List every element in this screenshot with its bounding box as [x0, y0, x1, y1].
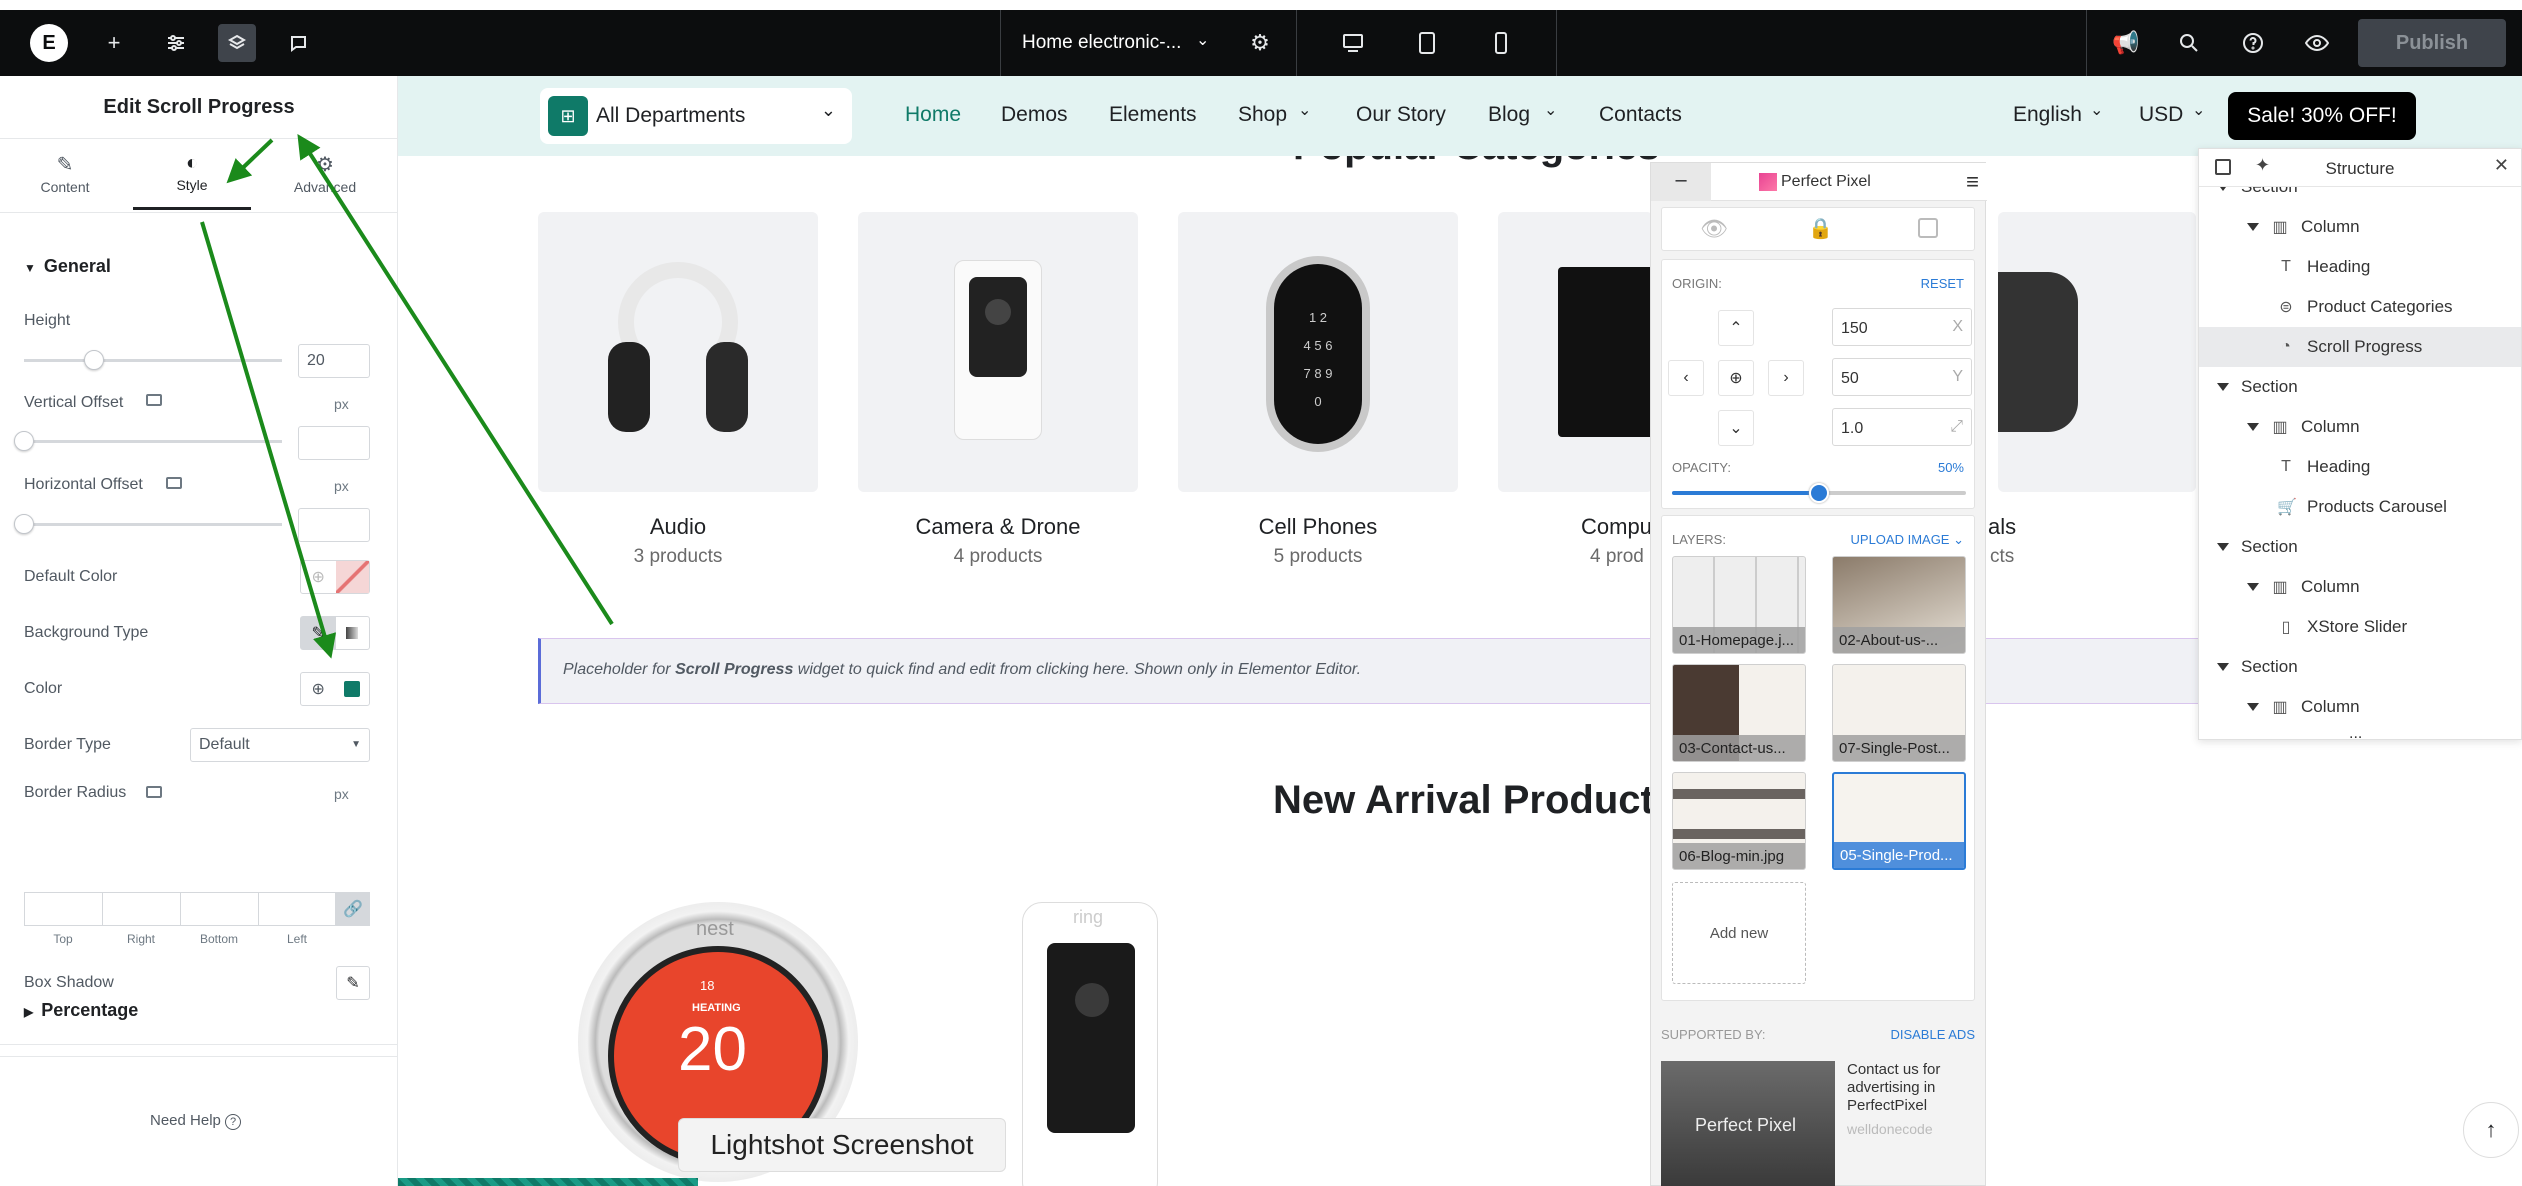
arrow-to-color-control	[200, 221, 337, 659]
arrow-to-style-tab	[226, 138, 274, 184]
arrow-to-panel-title	[297, 133, 614, 626]
annotation-arrows	[200, 133, 614, 659]
